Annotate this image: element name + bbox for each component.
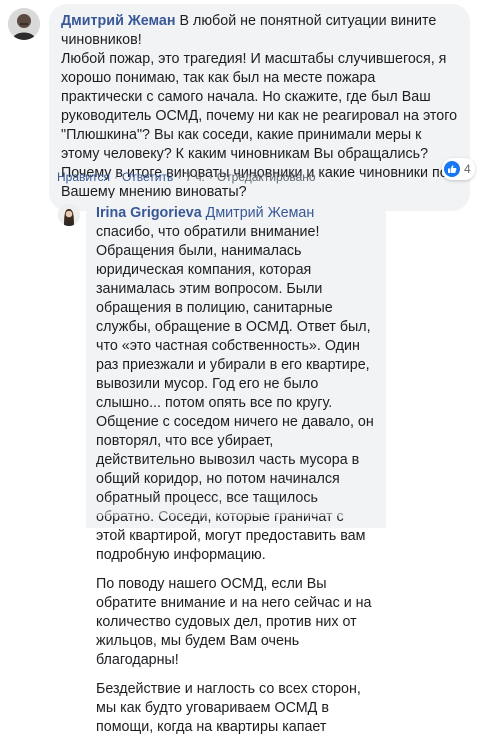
separator-dot: · <box>113 170 118 184</box>
avatar-irina[interactable] <box>58 204 80 226</box>
comment-text: Дмитрий Жеман В любой не понятной ситуац… <box>61 12 458 50</box>
edited-label[interactable]: Отредактировано <box>217 170 316 184</box>
reply-mention-link[interactable]: Дмитрий Жеман <box>206 205 315 221</box>
avatar-dmitry[interactable] <box>8 8 40 40</box>
comment-actions: Нравится · Ответить · 7 ч. · Отредактировано <box>57 169 316 185</box>
reply-bubble: Irina Grigorieva Дмитрий Жеман спасибо, … <box>86 198 386 735</box>
comment-author-link[interactable]: Дмитрий Жеман <box>61 13 176 29</box>
thumbs-up-icon <box>444 161 460 177</box>
separator-dot: · <box>208 170 213 184</box>
reply-author-link[interactable]: Irina Grigorieva <box>96 205 202 221</box>
reply-paragraph-1: Irina Grigorieva Дмитрий Жеман спасибо, … <box>96 204 376 565</box>
reply-link[interactable]: Ответить <box>122 170 173 184</box>
reply-paragraph-1-text: спасибо, что обратили внимание! Обращени… <box>96 224 374 563</box>
reply-paragraph-3: Бездействие и наглость со всех сторон, м… <box>96 681 361 735</box>
separator-dot: · <box>177 170 182 184</box>
reaction-number: 4 <box>464 162 471 176</box>
timestamp-link[interactable]: 7 ч. <box>185 170 205 184</box>
reaction-count[interactable]: 4 <box>442 158 475 180</box>
reply-paragraph-2: По поводу нашего ОСМД, если Вы обратите … <box>96 576 372 668</box>
like-link[interactable]: Нравится <box>57 170 110 184</box>
